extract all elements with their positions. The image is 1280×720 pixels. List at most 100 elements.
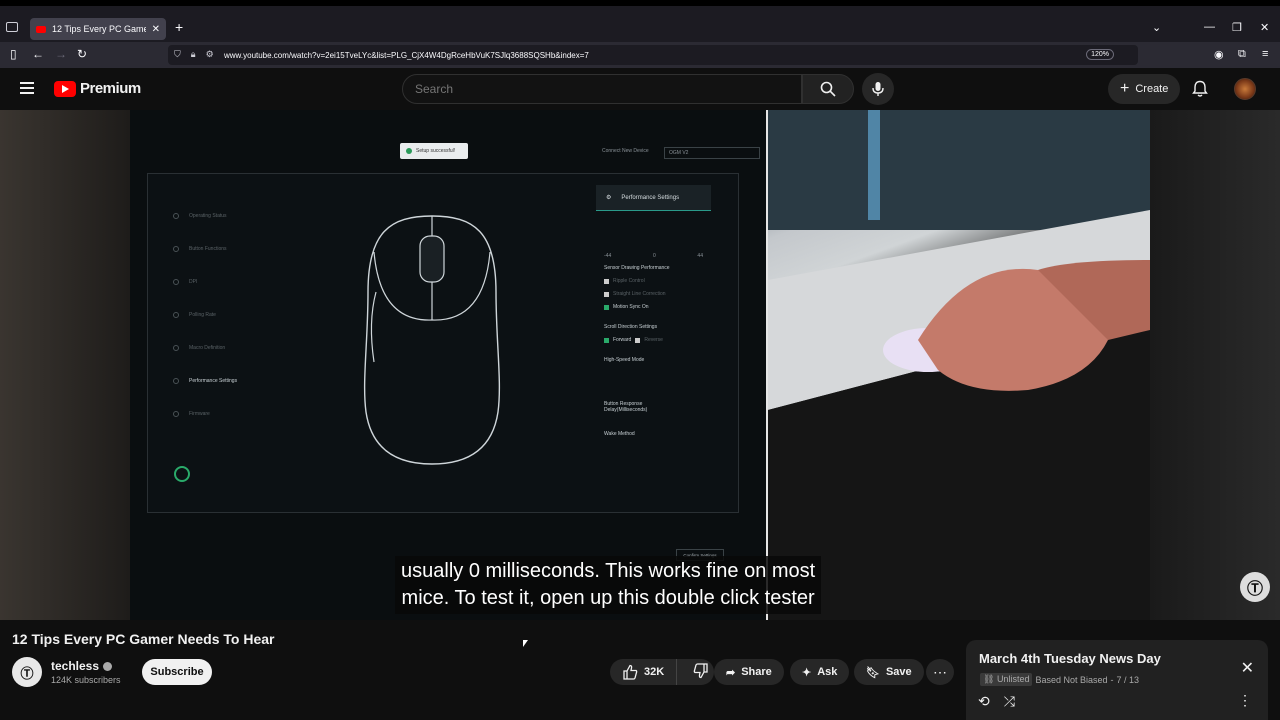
playlist-title[interactable]: March 4th Tuesday News Day xyxy=(979,651,1161,666)
create-label: Create xyxy=(1135,83,1169,95)
ask-button[interactable]: ✦ Ask xyxy=(790,659,850,685)
close-window-icon[interactable]: ✕ xyxy=(1260,21,1269,34)
reload-icon[interactable]: ↻ xyxy=(77,47,87,61)
extensions-icon[interactable]: ⧉ xyxy=(1238,48,1246,61)
logo-text: Premium xyxy=(80,80,141,97)
address-bar[interactable]: ⛉ 🔒︎ ⚙ www.youtube.com/watch?v=2ei15TveL… xyxy=(168,45,1138,65)
playlist-controls: ⟲ ⤮ xyxy=(978,693,1015,710)
new-tab-icon[interactable]: + xyxy=(175,19,183,35)
loop-icon[interactable]: ⟲ xyxy=(978,693,990,710)
menu-item: Operating Status xyxy=(173,199,237,232)
thumbs-up-icon xyxy=(623,664,638,680)
status-gauge-icon xyxy=(174,466,190,482)
youtube-favicon-icon xyxy=(36,25,46,33)
share-button[interactable]: ➦ Share xyxy=(714,659,784,685)
like-button[interactable]: 32K xyxy=(610,659,678,685)
youtube-logo[interactable]: Premium xyxy=(54,80,141,97)
close-playlist-icon[interactable]: ✕ xyxy=(1241,658,1254,678)
high-speed-label: High-Speed Mode xyxy=(604,357,645,363)
menu-item: Button Functions xyxy=(173,232,237,265)
guide-menu-icon[interactable] xyxy=(20,82,34,94)
like-dislike-group: 32K xyxy=(610,659,714,685)
playlist-owner[interactable]: Based Not Biased xyxy=(1035,675,1107,685)
video-title: 12 Tips Every PC Gamer Needs To Hear xyxy=(12,631,275,647)
browser-tab[interactable]: 12 Tips Every PC Gamer Ne ✕ xyxy=(30,18,166,40)
mouse-outline-icon xyxy=(363,215,501,465)
search-input[interactable] xyxy=(415,82,801,96)
save-button[interactable]: 🔖︎ Save xyxy=(854,659,924,685)
sidebar-toggle-icon[interactable]: ▯ xyxy=(10,47,17,61)
permissions-icon[interactable]: ⚙ xyxy=(206,49,214,60)
video-caption: usually 0 milliseconds. This works fine … xyxy=(395,556,822,614)
share-label: Share xyxy=(741,666,772,678)
share-icon: ➦ xyxy=(726,666,736,679)
url-text: www.youtube.com/watch?v=2ei15TveLYc&list… xyxy=(224,50,589,60)
close-tab-icon[interactable]: ✕ xyxy=(152,24,160,35)
video-desk-photo xyxy=(768,110,1150,620)
hand-on-mouse-image xyxy=(768,110,1150,620)
account-icon[interactable]: ◉ xyxy=(1214,48,1224,61)
thumbs-down-icon xyxy=(693,662,708,678)
channel-avatar[interactable]: Ⓣ xyxy=(12,657,42,687)
video-player[interactable]: Setup successful! Connect New Device OGM… xyxy=(0,110,1280,620)
gear-icon: ⚙ xyxy=(606,195,612,201)
search-box xyxy=(402,74,802,104)
menu-item: Polling Rate xyxy=(173,298,237,331)
like-count: 32K xyxy=(644,666,665,678)
browser-nav-bar: ▯ ← → ↻ ⛉ 🔒︎ ⚙ www.youtube.com/watch?v=2… xyxy=(0,42,1280,68)
more-actions-button[interactable]: ⋯ xyxy=(926,659,954,685)
sparkle-icon: ✦ xyxy=(802,666,812,679)
voice-search-button[interactable] xyxy=(862,73,894,105)
restore-icon[interactable]: ❐ xyxy=(1232,21,1242,34)
menu-item-active: Performance Settings xyxy=(173,364,237,397)
straight-option: Straight Line Correction xyxy=(604,291,703,297)
lock-icon[interactable]: 🔒︎ xyxy=(191,49,196,60)
minimize-icon[interactable]: — xyxy=(1204,21,1215,33)
search-button[interactable] xyxy=(802,74,854,104)
playlist-panel: March 4th Tuesday News Day ⛓ Unlisted Ba… xyxy=(966,640,1268,720)
playlist-menu-icon[interactable]: ⋮ xyxy=(1238,692,1252,709)
zoom-badge[interactable]: 120% xyxy=(1086,49,1114,60)
wake-label: Wake Method xyxy=(604,431,635,437)
subscriber-count: 124K subscribers xyxy=(51,675,121,685)
search-icon xyxy=(820,81,836,97)
setup-toast: Setup successful! xyxy=(400,143,468,159)
save-label: Save xyxy=(885,666,912,678)
ask-label: Ask xyxy=(817,666,838,678)
settings-title: Performance Settings xyxy=(621,194,680,201)
channel-name[interactable]: techless xyxy=(51,659,113,673)
create-button[interactable]: + Create xyxy=(1108,74,1181,104)
bookmark-icon: 🔖︎ xyxy=(866,666,880,679)
back-icon[interactable]: ← xyxy=(32,47,44,61)
ripple-option: Ripple Control xyxy=(604,278,703,284)
meta-separator: - xyxy=(1110,674,1114,685)
browser-tab-bar: 12 Tips Every PC Gamer Ne ✕ + ⌄ — ❐ ✕ xyxy=(0,0,1280,42)
plus-icon: + xyxy=(1120,80,1130,97)
subscribe-button[interactable]: Subscribe xyxy=(142,659,212,685)
forward-icon[interactable]: → xyxy=(55,47,67,61)
shuffle-icon[interactable]: ⤮ xyxy=(1004,693,1015,710)
scroll-heading: Scroll Direction Settings xyxy=(604,324,658,330)
sensor-heading: Sensor Drawing Performance xyxy=(604,265,670,271)
playlist-position: 7 / 13 xyxy=(1116,674,1140,685)
check-icon xyxy=(406,148,412,154)
menu-item: Firmware xyxy=(173,397,237,430)
menu-icon[interactable]: ≡ xyxy=(1262,48,1268,60)
verified-icon xyxy=(103,661,113,671)
settings-header: ⚙ Performance Settings xyxy=(596,185,711,211)
channel-watermark-icon[interactable]: Ⓣ xyxy=(1240,572,1270,602)
tab-list-icon[interactable] xyxy=(6,22,18,32)
youtube-header: Premium + Create xyxy=(0,68,1280,110)
tab-overflow-icon[interactable]: ⌄ xyxy=(1152,21,1161,34)
connect-label: Connect New Device xyxy=(602,148,649,154)
user-avatar[interactable] xyxy=(1234,78,1256,100)
bell-icon xyxy=(1192,80,1208,97)
notifications-button[interactable] xyxy=(1192,80,1208,103)
button-delay-label: Button Response Delay(Milliseconds) xyxy=(604,401,648,413)
settings-body: -44 0 44 Sensor Drawing Performance Ripple… xyxy=(596,211,711,443)
shield-icon[interactable]: ⛉ xyxy=(174,49,181,60)
link-icon: ⛓ xyxy=(983,674,997,684)
tab-title: 12 Tips Every PC Gamer Ne xyxy=(52,24,146,34)
performance-settings-panel: ⚙ Performance Settings -44 0 44 Sensor Dra… xyxy=(596,185,711,497)
motion-option: Motion Sync On xyxy=(604,304,703,310)
